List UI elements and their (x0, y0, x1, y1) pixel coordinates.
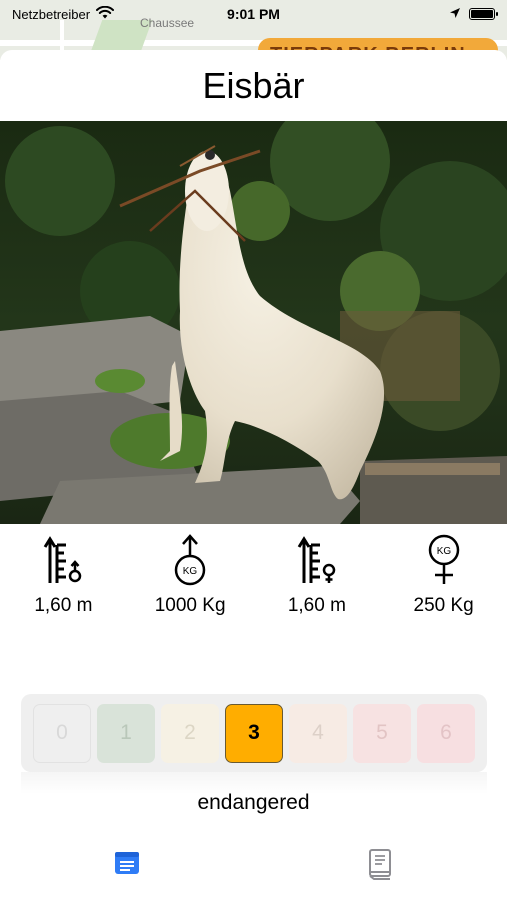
conservation-status-scale: 0123456 (21, 694, 487, 772)
scale-level-0[interactable]: 0 (33, 703, 91, 763)
stat-male-height: 1,60 m (0, 535, 127, 625)
stat-value: 1000 Kg (154, 595, 226, 616)
male-height-icon (40, 535, 86, 585)
stat-value: 250 Kg (413, 595, 474, 616)
tab-book[interactable] (254, 830, 507, 900)
tab-bar (0, 830, 507, 900)
battery-icon (469, 8, 498, 20)
female-weight-icon: KG (421, 534, 467, 585)
scale-level-6[interactable]: 6 (417, 703, 475, 763)
clock: 9:01 PM (227, 6, 280, 22)
animal-photo (0, 121, 507, 524)
scale-level-2[interactable]: 2 (161, 703, 219, 763)
scale-level-4[interactable]: 4 (289, 703, 347, 763)
stat-value: 1,60 m (287, 595, 346, 616)
stat-female-height: 1,60 m (254, 535, 381, 625)
stat-value: 1,60 m (34, 595, 93, 616)
animal-stats: 1,60 m KG 1000 Kg 1,60 m KG 250 Kg (0, 534, 507, 625)
carrier-label: Netzbetreiber (12, 6, 91, 22)
svg-text:KG: KG (436, 546, 451, 557)
svg-text:KG: KG (183, 566, 198, 577)
scale-level-5[interactable]: 5 (353, 703, 411, 763)
stat-male-weight: KG 1000 Kg (127, 534, 254, 625)
scale-level-1[interactable]: 1 (97, 703, 155, 763)
animal-detail-sheet: Eisbär 1,60 m KG 1000 Kg 1,60 m KG 250 K… (0, 50, 507, 900)
female-height-icon (294, 535, 340, 585)
location-arrow-icon (449, 7, 461, 22)
wifi-icon (96, 5, 115, 22)
scale-level-3[interactable]: 3 (225, 703, 283, 763)
screen: Chaussee TIERPARK BERLIN Netzbetreiber 9… (0, 0, 507, 900)
male-weight-icon: KG (167, 534, 213, 586)
stat-female-weight: KG 250 Kg (380, 534, 507, 625)
tab-info[interactable] (0, 830, 254, 900)
animal-title: Eisbär (202, 65, 305, 106)
status-bar: Netzbetreiber 9:01 PM (0, 0, 507, 28)
conservation-status-label: endangered (197, 791, 310, 814)
book-icon (365, 848, 395, 900)
info-card-icon (112, 848, 142, 900)
